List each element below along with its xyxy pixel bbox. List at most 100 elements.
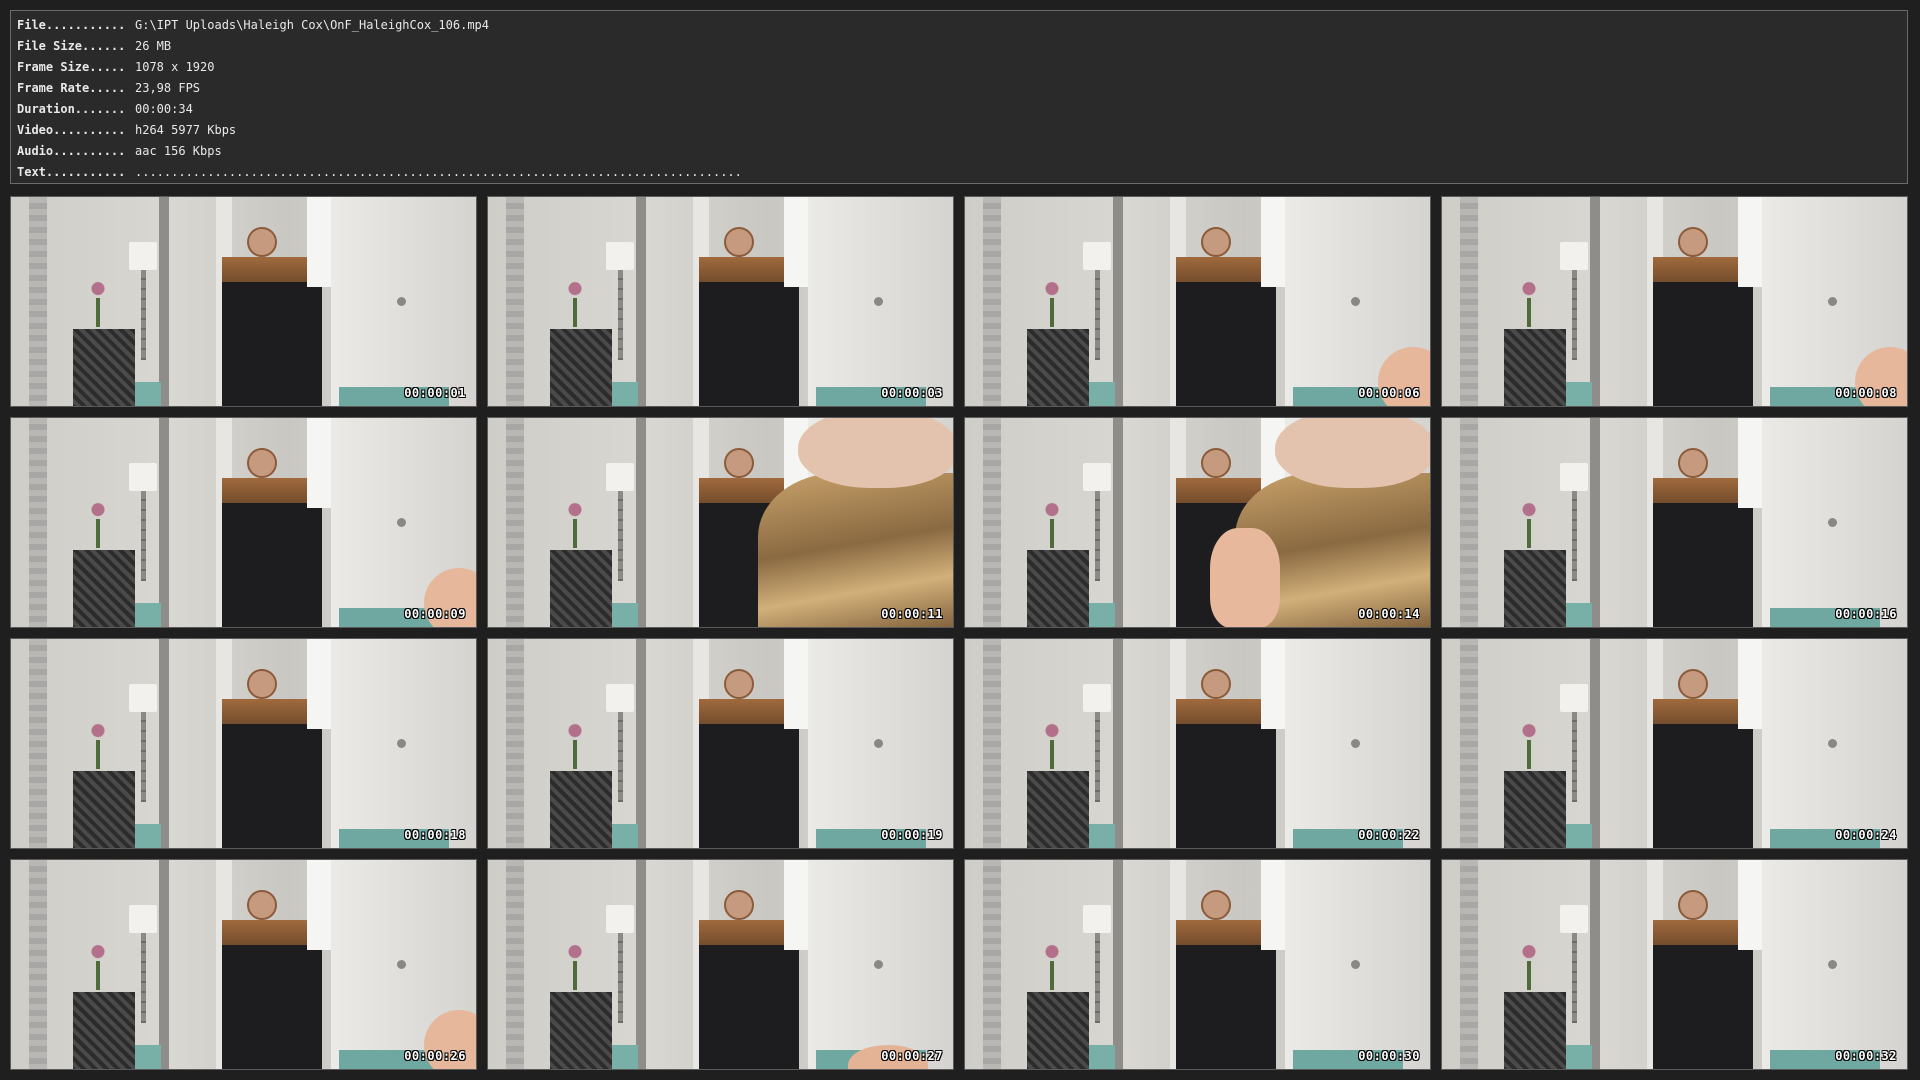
scene-flowers	[87, 721, 109, 769]
video-thumbnail[interactable]: 00:00:22	[964, 638, 1431, 849]
scene-mirror-edge	[983, 197, 1001, 406]
thumbnail-grid: 00:00:01 00:00:03 00:00:06 00:00:08 00:00:09…	[10, 196, 1908, 1070]
scene-lamp-shade	[1560, 242, 1588, 270]
scene-window-strip	[1738, 418, 1762, 508]
scene-mirror-edge2	[159, 639, 169, 848]
scene-dresser	[1653, 282, 1753, 406]
video-thumbnail[interactable]: 00:00:06	[964, 196, 1431, 407]
scene-flowers	[87, 500, 109, 548]
scene-mirror-edge	[29, 197, 47, 406]
thumbnail-timestamp: 00:00:06	[1358, 386, 1420, 400]
scene-lamp-shade	[1083, 463, 1111, 491]
scene-lamp-pole	[1095, 491, 1100, 581]
scene-mirror-edge	[506, 418, 524, 627]
scene-door-knob	[1828, 960, 1837, 969]
scene-door-knob	[1351, 739, 1360, 748]
info-value: ........................................…	[135, 165, 742, 179]
scene-lamp-pole	[141, 491, 146, 581]
scene-lamp-pole	[618, 712, 623, 802]
scene-flowers	[564, 942, 586, 990]
thumbnail-timestamp: 00:00:09	[404, 607, 466, 621]
scene-nightstand	[550, 550, 612, 627]
scene-door-knob	[397, 518, 406, 527]
thumbnail-image	[488, 860, 953, 1069]
thumbnail-timestamp: 00:00:22	[1358, 828, 1420, 842]
thumbnail-timestamp: 00:00:18	[404, 828, 466, 842]
scene-nightstand	[1027, 550, 1089, 627]
info-value: h264 5977 Kbps	[135, 123, 237, 137]
video-thumbnail[interactable]: 00:00:24	[1441, 638, 1908, 849]
thumbnail-image	[11, 639, 476, 848]
scene-dresser	[1653, 503, 1753, 627]
video-thumbnail[interactable]: 00:00:27	[487, 859, 954, 1070]
scene-lamp-pole	[141, 933, 146, 1023]
scene-lamp-shade	[129, 463, 157, 491]
info-label: Audio..........	[17, 144, 126, 158]
scene-mirror-round	[724, 669, 754, 699]
scene-lamp-shade	[1083, 684, 1111, 712]
video-thumbnail[interactable]: 00:00:01	[10, 196, 477, 407]
scene-lamp-shade	[1560, 463, 1588, 491]
scene-nightstand	[73, 329, 135, 406]
scene-flowers	[1041, 279, 1063, 327]
thumbnail-image	[11, 197, 476, 406]
info-label: Duration.......	[17, 102, 126, 116]
scene-door-knob	[1351, 960, 1360, 969]
scene-dresser	[222, 282, 322, 406]
video-thumbnail[interactable]: 00:00:09	[10, 417, 477, 628]
video-thumbnail[interactable]: 00:00:19	[487, 638, 954, 849]
scene-lamp-pole	[618, 491, 623, 581]
scene-door-knob	[397, 739, 406, 748]
scene-lamp-shade	[606, 905, 634, 933]
scene-mirror-round	[247, 890, 277, 920]
scene-mirror-edge2	[636, 197, 646, 406]
scene-window-strip	[1738, 197, 1762, 287]
info-row-duration: Duration....... 00:00:34	[17, 99, 1901, 120]
video-thumbnail[interactable]: 00:00:11	[487, 417, 954, 628]
scene-lamp-shade	[1083, 242, 1111, 270]
scene-window-strip	[784, 197, 808, 287]
scene-mirror-edge	[506, 639, 524, 848]
scene-dresser	[222, 724, 322, 848]
scene-hat	[1275, 418, 1430, 488]
scene-window-strip	[1738, 639, 1762, 729]
video-thumbnail[interactable]: 00:00:18	[10, 638, 477, 849]
video-thumbnail[interactable]: 00:00:14	[964, 417, 1431, 628]
scene-flowers	[564, 500, 586, 548]
info-row-file-size: File Size...... 26 MB	[17, 36, 1901, 57]
thumbnail-timestamp: 00:00:26	[404, 1049, 466, 1063]
scene-lamp-shade	[129, 242, 157, 270]
scene-lamp-shade	[129, 905, 157, 933]
video-thumbnail[interactable]: 00:00:32	[1441, 859, 1908, 1070]
scene-nightstand	[1504, 992, 1566, 1069]
video-thumbnail[interactable]: 00:00:08	[1441, 196, 1908, 407]
video-thumbnail[interactable]: 00:00:16	[1441, 417, 1908, 628]
scene-dresser	[699, 945, 799, 1069]
info-value: 1078 x 1920	[135, 60, 215, 74]
scene-mirror-round	[724, 448, 754, 478]
scene-flowers	[87, 279, 109, 327]
scene-dresser	[1653, 724, 1753, 848]
scene-mirror-edge2	[1113, 418, 1123, 627]
video-thumbnail[interactable]: 00:00:26	[10, 859, 477, 1070]
scene-mirror-edge2	[1590, 860, 1600, 1069]
scene-nightstand	[73, 992, 135, 1069]
scene-mirror-edge	[983, 639, 1001, 848]
scene-mirror-edge	[1460, 639, 1478, 848]
scene-mirror-round	[247, 227, 277, 257]
thumbnail-image	[1442, 418, 1907, 627]
video-thumbnail[interactable]: 00:00:03	[487, 196, 954, 407]
thumbnail-timestamp: 00:00:11	[881, 607, 943, 621]
scene-flowers	[1041, 942, 1063, 990]
scene-mirror-edge	[506, 860, 524, 1069]
scene-mirror-round	[1201, 669, 1231, 699]
info-row-video: Video.......... h264 5977 Kbps	[17, 120, 1901, 141]
scene-mirror-round	[1678, 448, 1708, 478]
video-thumbnail[interactable]: 00:00:30	[964, 859, 1431, 1070]
scene-lamp-shade	[1083, 905, 1111, 933]
info-label: Frame Rate.....	[17, 81, 126, 95]
thumbnail-image	[1442, 639, 1907, 848]
scene-flowers	[564, 279, 586, 327]
scene-mirror-edge2	[1113, 639, 1123, 848]
scene-window-strip	[1261, 197, 1285, 287]
